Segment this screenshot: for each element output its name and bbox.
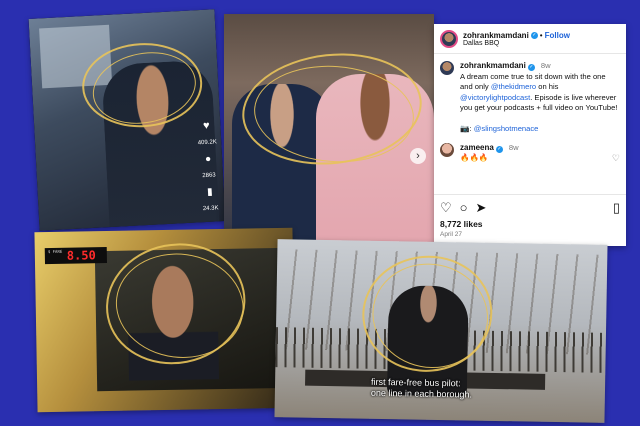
fare-meter: $ FARE 8.50 xyxy=(44,247,107,265)
bench-video-card[interactable]: first fare-free bus pilot: one line in e… xyxy=(274,239,608,423)
comment-icon: ● xyxy=(204,153,212,165)
like-count: 409.2K xyxy=(197,139,217,147)
verified-badge-icon: ✓ xyxy=(495,145,503,153)
comment-like-icon[interactable]: ♡ xyxy=(612,153,620,164)
verified-badge-icon: ✓ xyxy=(530,32,538,39)
next-photo-icon[interactable]: › xyxy=(410,148,426,164)
author-username[interactable]: zohrankmamdani xyxy=(463,31,529,40)
comment-bubble-icon[interactable]: ○ xyxy=(460,201,468,214)
caption-avatar[interactable] xyxy=(440,61,454,75)
mention-link[interactable]: @victorylightpodcast xyxy=(460,93,530,102)
comment-text: 🔥🔥🔥 xyxy=(460,152,489,162)
verified-badge-icon: ✓ xyxy=(527,64,535,71)
caption-time: 8w xyxy=(540,61,551,70)
likes-count[interactable]: 8,772 likes xyxy=(440,219,620,229)
caption: zohrankmamdani ✓ 8w A dream come true to … xyxy=(434,54,626,135)
post-header: zohrankmamdani ✓ • Follow Dallas BBQ xyxy=(434,24,626,54)
post-date: April 27 xyxy=(440,231,463,238)
instagram-post-panel: zohrankmamdani ✓ • Follow Dallas BBQ zohran… xyxy=(434,24,626,246)
mention-link[interactable]: @slingshotmenace xyxy=(474,124,539,133)
bookmark-icon: ▮ xyxy=(206,186,213,198)
commenter-username[interactable]: zameena xyxy=(460,143,494,152)
caption-username[interactable]: zohrankmamdani xyxy=(460,61,526,70)
bookmark-button[interactable]: ▮ 24.3K xyxy=(198,186,223,213)
commenter-avatar[interactable] xyxy=(440,142,454,157)
follow-button[interactable]: Follow xyxy=(545,31,570,40)
save-bookmark-icon[interactable]: ▯ xyxy=(613,201,620,214)
comment: zameena ✓ 8w 🔥🔥🔥 ♡ xyxy=(434,135,626,164)
like-heart-icon[interactable]: ♡ xyxy=(440,201,452,214)
heart-icon: ♥ xyxy=(202,119,210,133)
taxi-video-card[interactable]: $ FARE 8.50 xyxy=(34,227,296,413)
post-location[interactable]: Dallas BBQ xyxy=(463,40,570,47)
bookmark-count: 24.3K xyxy=(202,205,219,213)
mention-link[interactable]: @thekidmero xyxy=(491,82,536,91)
post-actions: ♡ ○ ➤ ▯ 8,772 likes April 27 xyxy=(434,194,626,238)
tiktok-video-card[interactable]: ♥ 409.2K ● 2863 ▮ 24.3K xyxy=(28,9,226,231)
comment-button[interactable]: ● 2863 xyxy=(196,153,221,179)
comment-count: 2863 xyxy=(202,172,216,180)
instagram-photo[interactable]: › xyxy=(224,14,434,244)
video-caption: first fare-free bus pilot: one line in e… xyxy=(370,376,473,400)
author-avatar[interactable] xyxy=(440,30,458,48)
like-button[interactable]: ♥ 409.2K xyxy=(194,119,219,147)
share-send-icon[interactable]: ➤ xyxy=(476,201,487,214)
